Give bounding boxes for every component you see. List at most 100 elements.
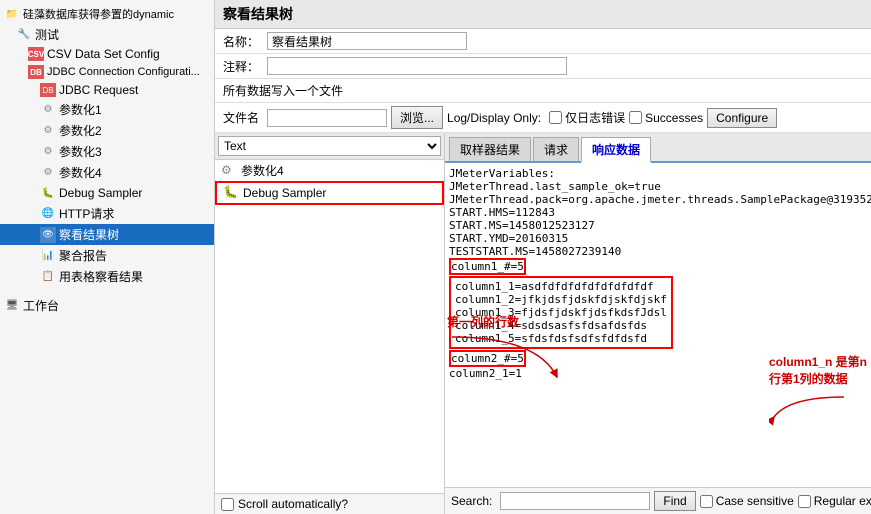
- comment-label: 注释：: [223, 58, 259, 75]
- file-note: 所有数据写入一个文件: [223, 82, 343, 99]
- table-icon: 📋: [40, 269, 56, 285]
- tree-label: Debug Sampler: [59, 186, 142, 200]
- scroll-checkbox-label[interactable]: Scroll automatically?: [221, 497, 348, 511]
- tab-sampler-result[interactable]: 取样器结果: [449, 137, 531, 161]
- tree-label: 参数化4: [59, 164, 102, 181]
- param-icon: ⚙: [40, 102, 56, 118]
- result-line-highlighted: column1_#=5: [449, 258, 867, 275]
- highlighted-block: column1_1=asdfdfdfdfdfdfdfdfdf column1_2…: [449, 276, 673, 349]
- view-icon: 👁: [40, 227, 56, 243]
- result-line: START.HMS=112843: [449, 206, 867, 219]
- name-row: 名称：: [215, 29, 871, 54]
- tree-item-param4[interactable]: ⚙ 参数化4: [0, 162, 214, 183]
- tree-item-workspace[interactable]: 🖥 工作台: [0, 295, 214, 316]
- case-sensitive-text: Case sensitive: [716, 494, 794, 508]
- tree-label: HTTP请求: [59, 205, 114, 222]
- tree-item-table[interactable]: 📋 用表格察看结果: [0, 266, 214, 287]
- search-input[interactable]: [500, 492, 650, 510]
- name-label: 名称：: [223, 33, 259, 50]
- tree-item-param2[interactable]: ⚙ 参数化2: [0, 120, 214, 141]
- log-error-checkbox-label[interactable]: 仅日志错误: [549, 109, 625, 126]
- http-icon: 🌐: [40, 206, 56, 222]
- search-row: Search: Find Case sensitive Regular exp.: [445, 487, 871, 514]
- result-line: column1_3=fjdsfjdskfjdsfkdsfJdsl: [455, 306, 667, 319]
- tree-item-jdbcreq[interactable]: DB JDBC Request: [0, 81, 214, 99]
- list-header: Text XML JSON HTML Binary: [215, 133, 444, 160]
- tree-label: 参数化1: [59, 101, 102, 118]
- left-tree-panel: 📁 硅藻数据库获得参置的dynamic 🔧 测试 CSV CSV Data Se…: [0, 0, 215, 514]
- param-icon: ⚙: [40, 123, 56, 139]
- debug-icon: 🐛: [40, 185, 56, 201]
- tab-request[interactable]: 请求: [533, 137, 579, 161]
- tree-item-csv[interactable]: CSV CSV Data Set Config: [0, 45, 214, 63]
- tree-item-param1[interactable]: ⚙ 参数化1: [0, 99, 214, 120]
- tree-label: 硅藻数据库获得参置的dynamic: [23, 6, 174, 22]
- result-line: JMeterThread.last_sample_ok=true: [449, 180, 867, 193]
- highlighted-line1: column1_#=5: [449, 258, 526, 275]
- browse-button[interactable]: 浏览...: [391, 106, 443, 129]
- case-sensitive-checkbox[interactable]: [700, 495, 713, 508]
- tree-label: 工作台: [23, 297, 59, 314]
- regex-label[interactable]: Regular exp.: [798, 494, 871, 508]
- name-input[interactable]: [267, 32, 467, 50]
- tree-label: 察看结果树: [59, 226, 119, 243]
- tree-label: 用表格察看结果: [59, 268, 143, 285]
- file-label: 文件名: [223, 109, 259, 126]
- successes-checkbox[interactable]: [629, 111, 642, 124]
- right-panel: 察看结果树 名称： 注释： 所有数据写入一个文件 文件名 浏览... Log/D…: [215, 0, 871, 514]
- scroll-label: Scroll automatically?: [238, 497, 348, 511]
- result-line: START.MS=1458012523127: [449, 219, 867, 232]
- tree-item-view[interactable]: 👁 察看结果树: [0, 224, 214, 245]
- file-input[interactable]: [267, 109, 387, 127]
- log-error-checkbox[interactable]: [549, 111, 562, 124]
- tree-item-dynamic[interactable]: 📁 硅藻数据库获得参置的dynamic: [0, 4, 214, 24]
- search-label: Search:: [451, 494, 492, 508]
- result-line: TESTSTART.MS=1458027239140: [449, 245, 867, 258]
- highlighted-line2: column2_#=5: [449, 350, 526, 367]
- list-body: ⚙ 参数化4 🐛 Debug Sampler: [215, 160, 444, 493]
- param-icon: ⚙: [40, 144, 56, 160]
- list-footer: Scroll automatically?: [215, 493, 444, 514]
- result-line: JMeterThread.pack=org.apache.jmeter.thre…: [449, 193, 867, 206]
- list-item-param4[interactable]: ⚙ 参数化4: [215, 160, 444, 181]
- scroll-auto-checkbox[interactable]: [221, 498, 234, 511]
- comment-row: 注释：: [215, 54, 871, 79]
- comment-input[interactable]: [267, 57, 567, 75]
- result-body: JMeterVariables: JMeterThread.last_sampl…: [445, 163, 871, 487]
- tree-label: 聚合报告: [59, 247, 107, 264]
- debug-sampler-icon: 🐛: [223, 185, 239, 201]
- tree-item-agg[interactable]: 📊 聚合报告: [0, 245, 214, 266]
- regex-checkbox[interactable]: [798, 495, 811, 508]
- folder-icon: 📁: [4, 6, 20, 22]
- tree-label: 参数化3: [59, 143, 102, 160]
- tree-label: CSV Data Set Config: [47, 47, 160, 61]
- regex-text: Regular exp.: [814, 494, 871, 508]
- tree-item-debug[interactable]: 🐛 Debug Sampler: [0, 183, 214, 203]
- list-type-dropdown[interactable]: Text XML JSON HTML Binary: [218, 136, 441, 156]
- jdbcreq-icon: DB: [40, 83, 56, 97]
- tree-label: JDBC Connection Configurati...: [47, 66, 200, 78]
- tree-label: 参数化2: [59, 122, 102, 139]
- tree-item-jdbc[interactable]: DB JDBC Connection Configurati...: [0, 63, 214, 81]
- csv-icon: CSV: [28, 47, 44, 61]
- tabs-row: 取样器结果 请求 响应数据: [445, 133, 871, 163]
- param4-icon: ⚙: [221, 163, 237, 179]
- tree-label: 测试: [35, 26, 59, 43]
- agg-icon: 📊: [40, 248, 56, 264]
- case-sensitive-label[interactable]: Case sensitive: [700, 494, 794, 508]
- find-button[interactable]: Find: [654, 491, 695, 511]
- tree-item-http[interactable]: 🌐 HTTP请求: [0, 203, 214, 224]
- tree-item-param3[interactable]: ⚙ 参数化3: [0, 141, 214, 162]
- list-item-debug[interactable]: 🐛 Debug Sampler: [215, 181, 444, 205]
- panel-title: 察看结果树: [215, 0, 871, 29]
- result-line: column1_4=sdsdsasfsfdsafdsfds: [455, 319, 667, 332]
- result-line: column1_1=asdfdfdfdfdfdfdfdfdf: [455, 280, 667, 293]
- file-row: 文件名 浏览... Log/Display Only: 仅日志错误 Succes…: [215, 103, 871, 133]
- successes-checkbox-label[interactable]: Successes: [629, 111, 703, 125]
- tree-item-test[interactable]: 🔧 测试: [0, 24, 214, 45]
- param-icon: ⚙: [40, 165, 56, 181]
- tab-response-data[interactable]: 响应数据: [581, 137, 651, 163]
- configure-button[interactable]: Configure: [707, 108, 777, 128]
- successes-label: Successes: [645, 111, 703, 125]
- jdbc-icon: DB: [28, 65, 44, 79]
